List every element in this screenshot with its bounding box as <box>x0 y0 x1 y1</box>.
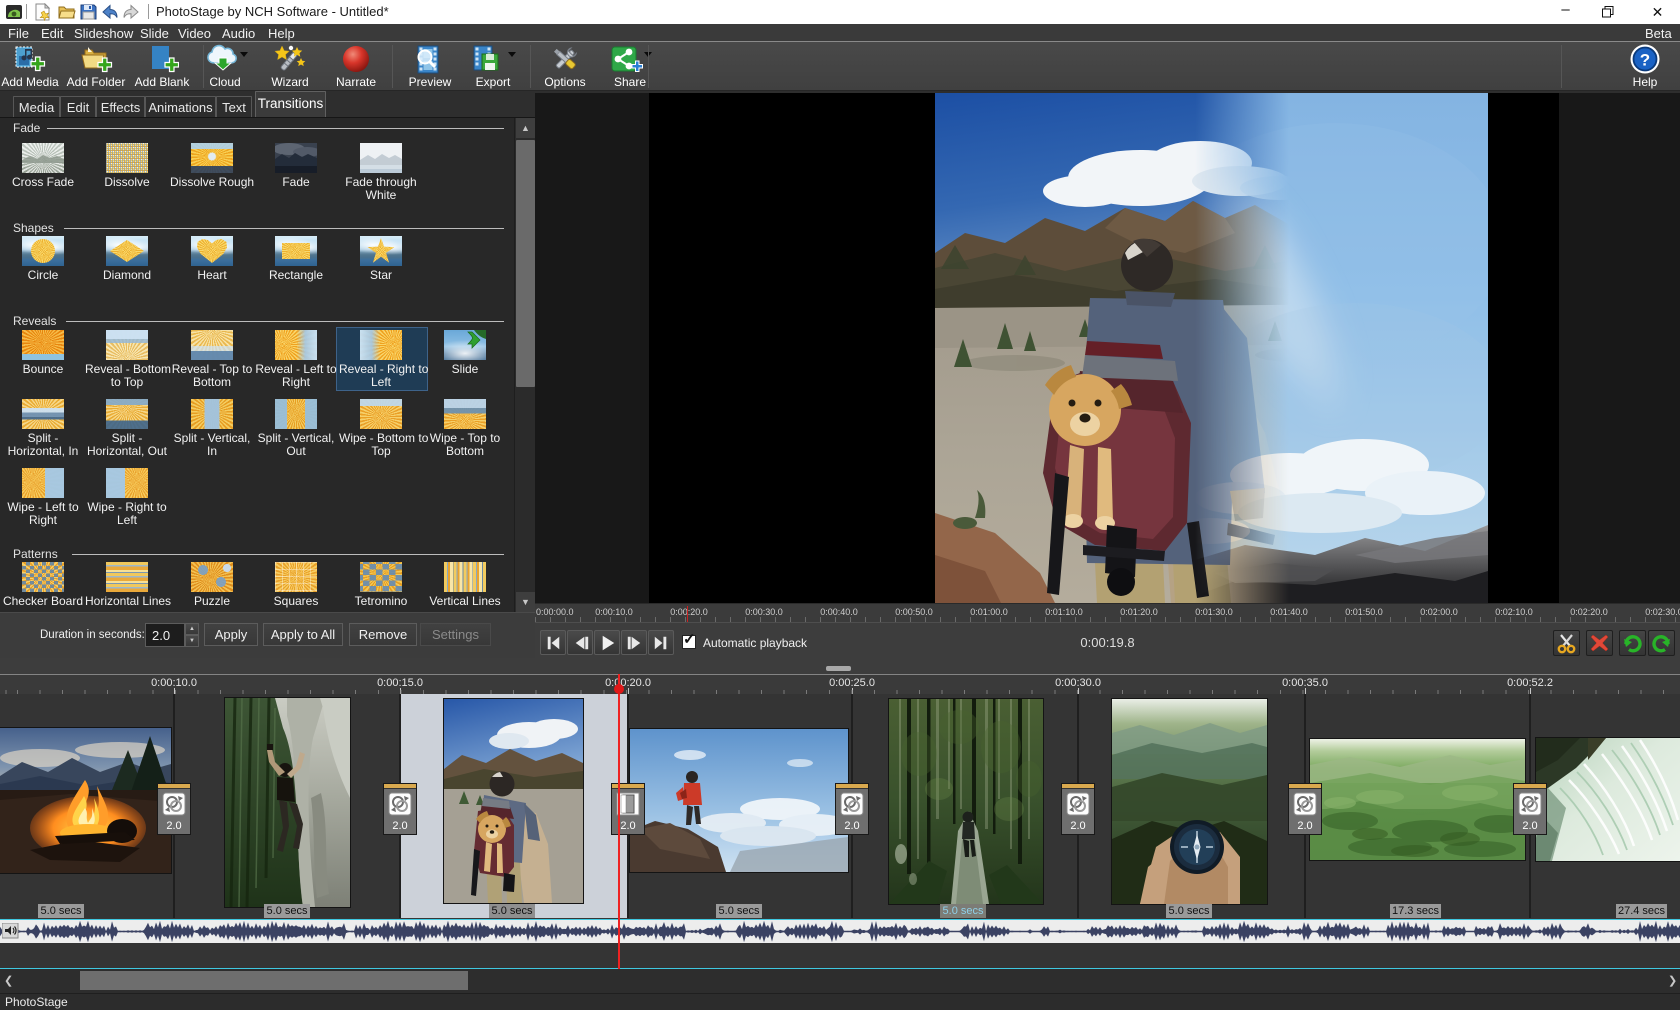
svg-text:?: ? <box>1640 51 1650 70</box>
